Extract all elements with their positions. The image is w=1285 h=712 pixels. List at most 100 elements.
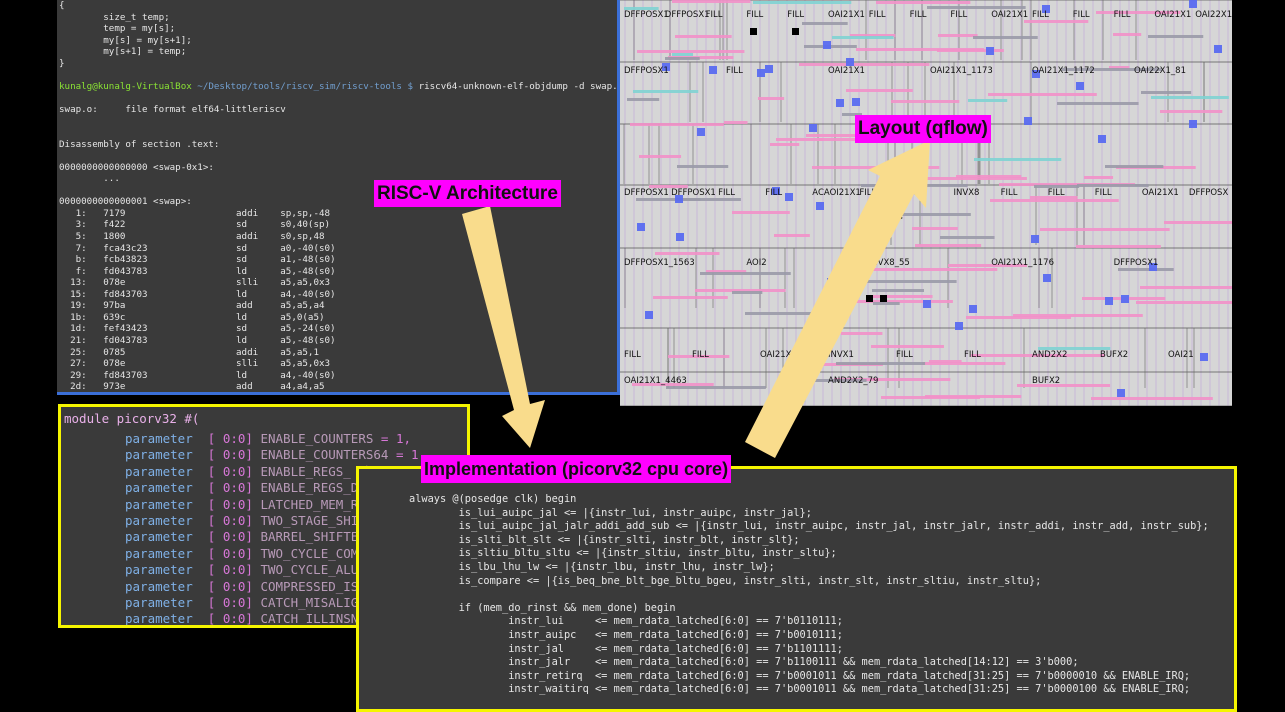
metal-wire — [990, 199, 1119, 202]
via — [836, 99, 844, 107]
cell-label: FILL — [1032, 10, 1049, 20]
layout-rail — [732, 0, 734, 406]
layout-rail — [759, 0, 761, 406]
via — [823, 41, 831, 49]
code-line: instr_jalr <= mem_rdata_latched[6:0] == … — [409, 656, 1079, 669]
via — [809, 124, 817, 132]
parameter-range: [ 0:0] — [207, 513, 261, 528]
layout-rail — [669, 0, 671, 406]
layout-rail — [831, 0, 833, 406]
via — [637, 223, 645, 231]
parameter-range: [ 0:0] — [207, 595, 261, 610]
terminal-line: size_t temp; — [59, 11, 170, 23]
layout-rail — [795, 0, 797, 406]
layout-rail — [813, 0, 815, 406]
via — [955, 322, 963, 330]
parameter-line: parameter [ 0:0] TWO_CYCLE_ALU — [125, 562, 358, 578]
prompt-path: ~/Desktop/tools/riscv_sim/riscv-tools $ — [191, 80, 414, 92]
terminal-line: Disassembly of section .text: — [59, 138, 220, 150]
parameter-name: BARREL_SHIFTE — [260, 529, 359, 545]
metal-wire — [860, 280, 957, 283]
parameter-range: [ 0:0] — [207, 480, 261, 496]
cell-label: FILL — [692, 350, 709, 360]
metal-wire — [1024, 20, 1089, 23]
cell-label: INVX8_55 — [868, 258, 910, 268]
parameter-line: parameter [ 0:0] BARREL_SHIFTE — [125, 529, 358, 545]
metal-wire — [841, 332, 883, 335]
metal-wire — [732, 211, 790, 214]
cell-label: FILL — [906, 188, 924, 198]
parameter-line: parameter [ 0:0] ENABLE_COUNTERS = 1, — [125, 431, 411, 447]
parameter-line: parameter [ 0:0] COMPRESSED_IS — [125, 579, 358, 595]
terminal-line: ... — [59, 173, 120, 185]
metal-wire — [633, 90, 699, 93]
layout-rail — [1191, 0, 1193, 406]
callout-layout-qflow: Layout (qflow) — [855, 115, 991, 143]
metal-wire — [665, 57, 700, 60]
terminal-line: { — [59, 0, 65, 11]
implementation-code-panel[interactable]: always @(posedge clk) begin is_lui_auipc… — [356, 466, 1237, 712]
parameter-keyword: parameter — [125, 578, 201, 594]
cell-label: FILL — [726, 66, 743, 76]
parameter-name: LATCHED_MEM_R — [260, 496, 359, 512]
cell-label: FILL — [859, 188, 877, 198]
code-line: is_slti_blt_slt <= |{instr_slti, instr_b… — [409, 533, 800, 546]
cell-label: OAI21X1 — [828, 10, 865, 20]
metal-wire — [938, 34, 978, 37]
metal-wire — [732, 291, 763, 294]
layout-canvas[interactable] — [620, 0, 1232, 406]
cell-label: FILL — [1047, 188, 1065, 198]
metal-wire — [832, 36, 894, 39]
parameter-range: [ 0:0] — [207, 447, 261, 463]
contact — [880, 295, 887, 302]
layout-viewer[interactable]: DFFPOSX1 DFFPOSX1 FILL FILL FILL OAI21X1 FILL F… — [620, 0, 1232, 406]
parameter-keyword: parameter — [125, 463, 201, 479]
cell-label: FILL — [964, 350, 981, 360]
parameter-line: parameter [ 0:0] LATCHED_MEM_R — [125, 497, 358, 513]
metal-wire — [915, 244, 982, 247]
layout-rail — [660, 0, 662, 406]
metal-wire — [901, 177, 1027, 180]
layout-rail — [705, 0, 707, 406]
metal-wire — [812, 166, 940, 169]
code-line: is_compare <= |{is_beq_bne_blt_bge_bltu_… — [409, 574, 1042, 587]
metal-wire — [1076, 245, 1161, 248]
contact — [750, 28, 757, 35]
code-line: instr_waitirq <= mem_rdata_latched[6:0] … — [409, 683, 1191, 696]
metal-wire — [630, 123, 724, 126]
layout-rail — [1137, 0, 1139, 406]
terminal-line: 21: fd043783 ld a5,-48(s0) — [59, 334, 336, 346]
prompt-command: riscv64-unknown-elf-objdump -d swap.o — [413, 80, 620, 92]
parameter-range: [ 0:0] — [207, 562, 261, 578]
layout-rail — [777, 0, 779, 406]
terminal-line: 27: 078e slli a5,a5,0x3 — [59, 358, 331, 370]
layout-rail — [750, 0, 752, 406]
layout-rail — [1074, 0, 1076, 406]
layout-rail — [1182, 0, 1184, 406]
parameter-name: COMPRESSED_IS — [260, 578, 359, 594]
parameter-keyword: parameter — [125, 431, 201, 446]
via — [969, 305, 977, 313]
cell-label: FILL — [950, 10, 968, 20]
layout-rail — [1227, 0, 1229, 406]
cell-label: FILL — [909, 10, 927, 20]
code-line: instr_jal <= mem_rdata_latched[6:0] == 7… — [409, 642, 843, 655]
cell-label: DFFPOSX1 — [664, 10, 710, 20]
layout-rail — [966, 0, 968, 406]
parameter-keyword: parameter — [125, 447, 201, 463]
layout-rail — [858, 0, 860, 406]
parameter-range: [ 0:0] — [207, 611, 261, 627]
metal-wire — [873, 302, 900, 305]
cell-label: OAI21X1 — [1154, 10, 1192, 20]
code-line: instr_auipc <= mem_rdata_latched[6:0] ==… — [409, 629, 843, 641]
metal-wire — [974, 158, 1062, 161]
cell-label: FILL — [787, 10, 805, 20]
parameter-line: parameter [ 0:0] ENABLE_COUNTERS64 = 1, — [125, 447, 426, 463]
cell-label: OAI22X1 — [1195, 10, 1232, 20]
layout-rail — [840, 0, 842, 406]
metal-wire — [898, 213, 971, 216]
metal-wire — [968, 99, 1008, 102]
metal-wire — [1113, 33, 1142, 36]
parameter-keyword: parameter — [125, 595, 201, 610]
metal-wire — [988, 93, 1097, 96]
